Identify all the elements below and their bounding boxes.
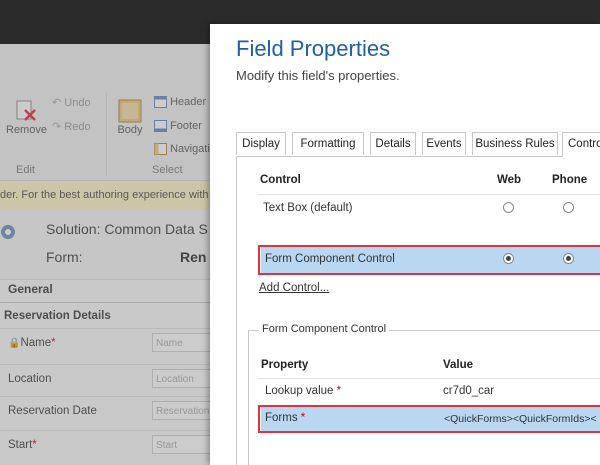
required-marker: * <box>300 412 306 424</box>
column-web-header: Web <box>497 174 522 186</box>
dialog-subtitle: Modify this field's properties. <box>236 68 400 83</box>
modal-overlay <box>0 44 210 465</box>
property-label: Forms <box>265 412 298 424</box>
field-properties-dialog: Field Properties Modify this field's pro… <box>210 24 600 465</box>
control-row-label: Form Component Control <box>265 253 395 265</box>
required-marker: * <box>336 385 342 397</box>
column-phone-header: Phone <box>552 174 588 186</box>
column-value-header: Value <box>443 359 474 371</box>
group-legend: Form Component Control <box>259 323 390 335</box>
tab-formatting[interactable]: Formatting <box>292 132 364 155</box>
web-radio-text-box[interactable] <box>503 202 514 213</box>
form-component-group <box>248 330 600 465</box>
divider <box>257 378 600 379</box>
property-value[interactable]: cr7d0_car <box>443 385 494 397</box>
dialog-title: Field Properties <box>236 36 391 61</box>
phone-radio-text-box[interactable] <box>563 202 574 213</box>
property-row-lookup[interactable]: Lookup value * <box>265 385 341 397</box>
property-label-forms: Forms * <box>265 412 305 424</box>
tab-display[interactable]: Display <box>236 132 286 155</box>
tab-strip: Display Formatting Details Events Busine… <box>236 132 600 157</box>
column-control-header: Control <box>260 174 301 186</box>
property-label: Lookup value <box>265 385 334 397</box>
phone-radio-form-component[interactable] <box>563 253 574 264</box>
add-control-link[interactable]: Add Control... <box>259 282 329 294</box>
tab-controls[interactable]: Controls <box>562 132 600 157</box>
tab-business-rules[interactable]: Business Rules <box>472 132 558 155</box>
tab-events[interactable]: Events <box>422 132 466 155</box>
column-property-header: Property <box>261 359 309 371</box>
divider <box>257 194 600 195</box>
controls-panel: Control Web Phone Text Box (default) For… <box>236 156 600 465</box>
web-radio-form-component[interactable] <box>503 253 514 264</box>
property-value[interactable]: <QuickForms><QuickFormIds>< <box>444 413 597 425</box>
tab-details[interactable]: Details <box>370 132 416 155</box>
control-row-label: Text Box (default) <box>263 202 353 214</box>
